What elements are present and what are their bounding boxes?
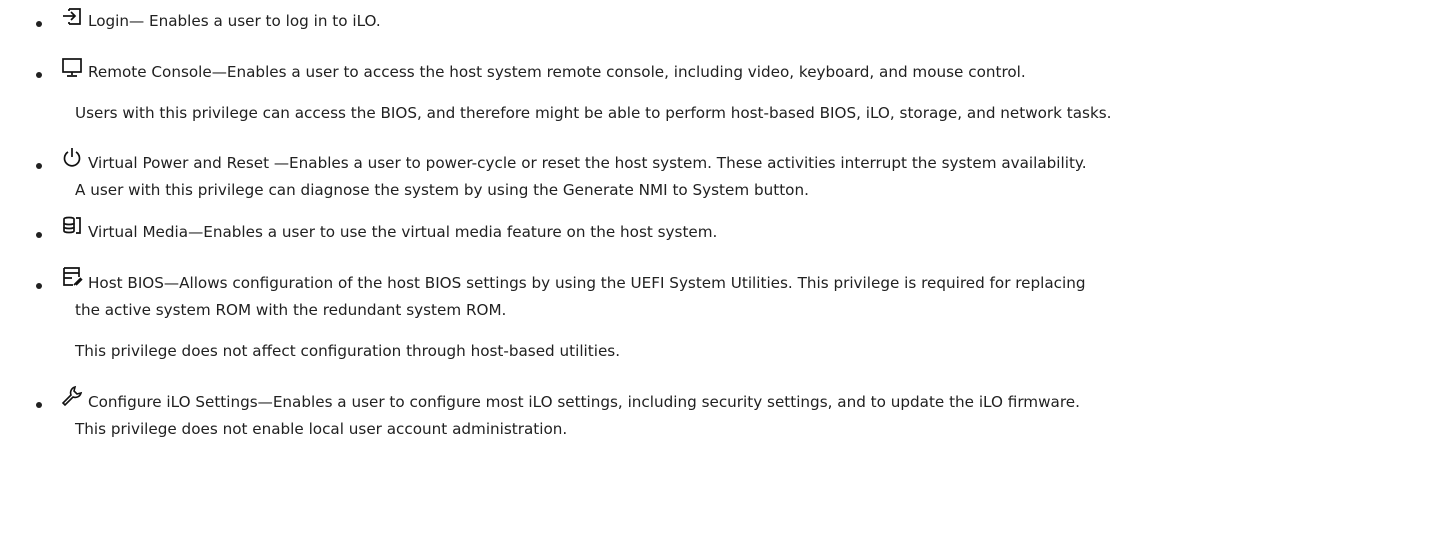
monitor-icon: [61, 56, 83, 78]
privilege-login-text: Login— Enables a user to log in to iLO.: [88, 12, 381, 30]
bullet: [36, 232, 42, 238]
privilege-host-bios-text: Host BIOS—Allows configuration of the ho…: [88, 274, 1086, 292]
privilege-host-bios-text-2: the active system ROM with the redundant…: [75, 301, 507, 319]
privilege-virtual-media-text: Virtual Media—Enables a user to use the …: [88, 223, 718, 241]
privilege-virtual-power-text: Virtual Power and Reset —Enables a user …: [88, 154, 1087, 172]
bullet: [36, 21, 42, 27]
privilege-configure-ilo-text-2: This privilege does not enable local use…: [75, 420, 568, 438]
bullet: [36, 163, 42, 169]
privilege-host-bios-note: This privilege does not affect configura…: [75, 342, 621, 360]
bullet: [36, 402, 42, 408]
bullet: [36, 72, 42, 78]
privilege-configure-ilo-text: Configure iLO Settings—Enables a user to…: [88, 393, 1080, 411]
login-icon: [61, 5, 83, 27]
power-icon: [61, 146, 83, 168]
virtual-media-icon: [61, 214, 83, 236]
wrench-icon: [61, 385, 83, 407]
privilege-remote-console-note: Users with this privilege can access the…: [75, 104, 1112, 122]
privilege-virtual-power-text-2: A user with this privilege can diagnose …: [75, 181, 809, 199]
bullet: [36, 283, 42, 289]
privilege-remote-console-text: Remote Console—Enables a user to access …: [88, 63, 1026, 81]
host-bios-icon: [61, 265, 83, 287]
